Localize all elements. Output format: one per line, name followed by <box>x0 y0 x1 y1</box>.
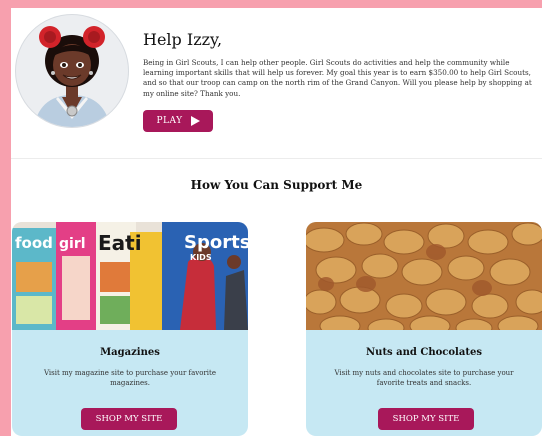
magazines-card: food girl Eati Sports KIDS Magazines Vis… <box>12 222 248 436</box>
header: Help Izzy, Being in Girl Scouts, I can h… <box>11 8 542 158</box>
magazine-cover-sports: Sports <box>184 232 248 253</box>
play-button[interactable]: PLAY <box>143 110 213 132</box>
greeting-heading: Help Izzy, <box>143 30 223 49</box>
magazine-cover-eating: Eati <box>98 231 142 255</box>
magazines-image: food girl Eati Sports KIDS <box>12 222 248 330</box>
nuts-card: Nuts and Chocolates Visit my nuts and ch… <box>306 222 542 436</box>
play-button-label: PLAY <box>156 116 183 126</box>
avatar-illustration <box>34 26 110 127</box>
magazine-cover-food: food <box>15 234 53 252</box>
magazine-cover-girl: girl <box>59 236 86 252</box>
nuts-shop-button[interactable]: SHOP MY SITE <box>378 408 474 430</box>
nuts-image <box>306 222 542 330</box>
magazines-description: Visit my magazine site to purchase your … <box>43 369 216 387</box>
fundraising-message: Being in Girl Scouts, I can help other p… <box>143 58 532 98</box>
nuts-description: Visit my nuts and chocolates site to pur… <box>334 369 514 387</box>
avatar <box>15 14 129 128</box>
page: Help Izzy, Being in Girl Scouts, I can h… <box>11 8 542 436</box>
section-title: How You Can Support Me <box>190 178 363 192</box>
magazines-shop-button[interactable]: SHOP MY SITE <box>81 408 177 430</box>
play-icon <box>190 116 200 126</box>
magazine-cover-kids: KIDS <box>190 253 212 262</box>
header-divider <box>11 158 542 159</box>
nuts-title: Nuts and Chocolates <box>366 347 482 358</box>
magazines-title: Magazines <box>100 347 160 358</box>
